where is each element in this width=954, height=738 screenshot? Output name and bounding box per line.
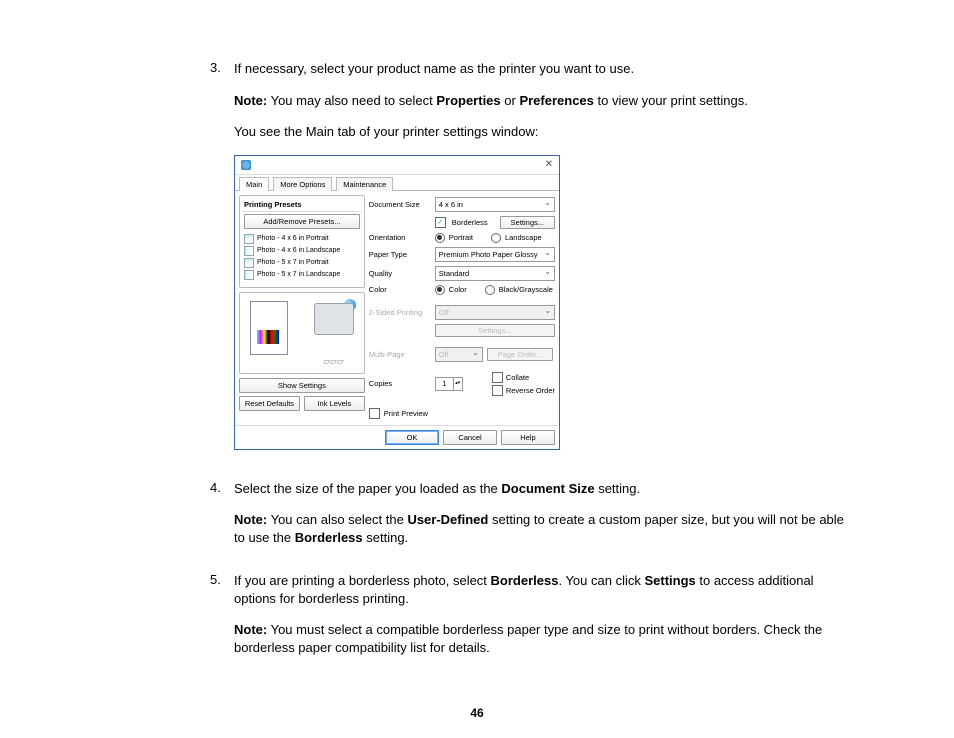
reverse-checkbox[interactable]: [492, 385, 503, 396]
label-multipage: Multi-Page: [369, 350, 431, 359]
preset-item[interactable]: Photo - 4 x 6 in Landscape: [244, 245, 360, 257]
step-number: 5.: [210, 572, 234, 670]
paper-preview-icon: [250, 301, 288, 355]
tab-main[interactable]: Main: [239, 177, 269, 191]
left-buttons-row1: Show Settings: [239, 378, 365, 393]
page-order-button: Page Order...: [487, 348, 554, 361]
spinner-arrows-icon[interactable]: ▴▾: [453, 378, 462, 390]
cancel-button[interactable]: Cancel: [443, 430, 497, 445]
label-reverse: Reverse Order: [506, 386, 555, 395]
bw-radio[interactable]: [485, 285, 495, 295]
note-label: Note:: [234, 622, 267, 637]
collate-checkbox[interactable]: [492, 372, 503, 383]
step-number: 3.: [210, 60, 234, 468]
preset-item[interactable]: Photo - 5 x 7 in Landscape: [244, 269, 360, 281]
preset-icon: [244, 270, 254, 280]
label-quality: Quality: [369, 269, 431, 278]
label-bw-opt: Black/Grayscale: [499, 285, 553, 294]
step-body: If necessary, select your product name a…: [234, 60, 844, 468]
borderless-checkbox[interactable]: [435, 217, 446, 228]
close-icon[interactable]: ✕: [545, 159, 553, 170]
portrait-radio[interactable]: [435, 233, 445, 243]
printer-dialog: ✕ Main More Options Maintenance Printing…: [234, 155, 560, 450]
step-note: Note: You must select a compatible borde…: [234, 621, 844, 656]
step-text: If necessary, select your product name a…: [234, 60, 844, 78]
dialog-tabs: Main More Options Maintenance: [235, 175, 559, 191]
step-text: If you are printing a borderless photo, …: [234, 572, 844, 607]
preset-item[interactable]: Photo - 4 x 6 in Portrait: [244, 233, 360, 245]
document-page: 3. If necessary, select your product nam…: [0, 0, 954, 738]
step-note: Note: You can also select the User-Defin…: [234, 511, 844, 546]
app-icon: [241, 160, 251, 170]
printer-icon: [314, 303, 354, 335]
help-button[interactable]: Help: [501, 430, 555, 445]
tab-more-options[interactable]: More Options: [273, 177, 332, 191]
step-number: 4.: [210, 480, 234, 561]
tab-maintenance[interactable]: Maintenance: [336, 177, 393, 191]
label-landscape: Landscape: [505, 233, 542, 242]
preset-list: Photo - 4 x 6 in Portrait Photo - 4 x 6 …: [242, 233, 362, 285]
note-label: Note:: [234, 93, 267, 108]
step-body: If you are printing a borderless photo, …: [234, 572, 844, 670]
left-buttons-row2: Reset Defaults Ink Levels: [239, 396, 365, 411]
page-number: 46: [0, 706, 954, 720]
paper-type-dropdown[interactable]: Premium Photo Paper Glossy: [435, 247, 555, 262]
dialog-body: Printing Presets Add/Remove Presets... P…: [235, 191, 559, 425]
twosided-settings-button: Settings...: [435, 324, 555, 337]
landscape-radio[interactable]: [491, 233, 501, 243]
step-note: Note: You may also need to select Proper…: [234, 92, 844, 110]
preset-icon: [244, 234, 254, 244]
step-body: Select the size of the paper you loaded …: [234, 480, 844, 561]
step-5: 5. If you are printing a borderless phot…: [210, 572, 844, 670]
label-borderless: Borderless: [452, 218, 488, 227]
label-print-preview: Print Preview: [384, 409, 428, 418]
label-color-opt: Color: [449, 285, 467, 294]
label-portrait: Portrait: [449, 233, 473, 242]
preset-icon: [244, 258, 254, 268]
quality-dropdown[interactable]: Standard: [435, 266, 555, 281]
preview-pane: ▱▱▱: [239, 292, 365, 374]
presets-box: Printing Presets Add/Remove Presets... P…: [239, 195, 365, 288]
color-radio[interactable]: [435, 285, 445, 295]
borderless-settings-button[interactable]: Settings...: [500, 216, 555, 229]
dialog-titlebar: ✕: [235, 156, 559, 175]
presets-title: Printing Presets: [242, 198, 362, 212]
left-column: Printing Presets Add/Remove Presets... P…: [239, 195, 365, 421]
add-remove-presets-button[interactable]: Add/Remove Presets...: [244, 214, 360, 229]
label-2sided: 2-Sided Printing: [369, 308, 431, 317]
reset-defaults-button[interactable]: Reset Defaults: [239, 396, 300, 411]
print-preview-checkbox[interactable]: [369, 408, 380, 419]
dialog-footer: OK Cancel Help: [235, 425, 559, 449]
step-4: 4. Select the size of the paper you load…: [210, 480, 844, 561]
label-color: Color: [369, 285, 431, 294]
ok-button[interactable]: OK: [385, 430, 439, 445]
step-after: You see the Main tab of your printer set…: [234, 123, 844, 141]
step-3: 3. If necessary, select your product nam…: [210, 60, 844, 468]
label-document-size: Document Size: [369, 200, 431, 209]
copies-spinner[interactable]: 1 ▴▾: [435, 377, 463, 391]
tray-icon: ▱▱▱: [323, 356, 344, 367]
label-paper-type: Paper Type: [369, 250, 431, 259]
twosided-dropdown: Off: [435, 305, 555, 320]
label-copies: Copies: [369, 379, 431, 388]
preset-icon: [244, 246, 254, 256]
multipage-dropdown: Off: [435, 347, 483, 362]
label-collate: Collate: [506, 373, 529, 382]
note-label: Note:: [234, 512, 267, 527]
right-column: Document Size 4 x 6 in Borderless Settin…: [369, 195, 555, 421]
show-settings-button[interactable]: Show Settings: [239, 378, 365, 393]
ink-levels-button[interactable]: Ink Levels: [304, 396, 365, 411]
preset-item[interactable]: Photo - 5 x 7 in Portrait: [244, 257, 360, 269]
label-orientation: Orientation: [369, 233, 431, 242]
document-size-dropdown[interactable]: 4 x 6 in: [435, 197, 555, 212]
step-text: Select the size of the paper you loaded …: [234, 480, 844, 498]
